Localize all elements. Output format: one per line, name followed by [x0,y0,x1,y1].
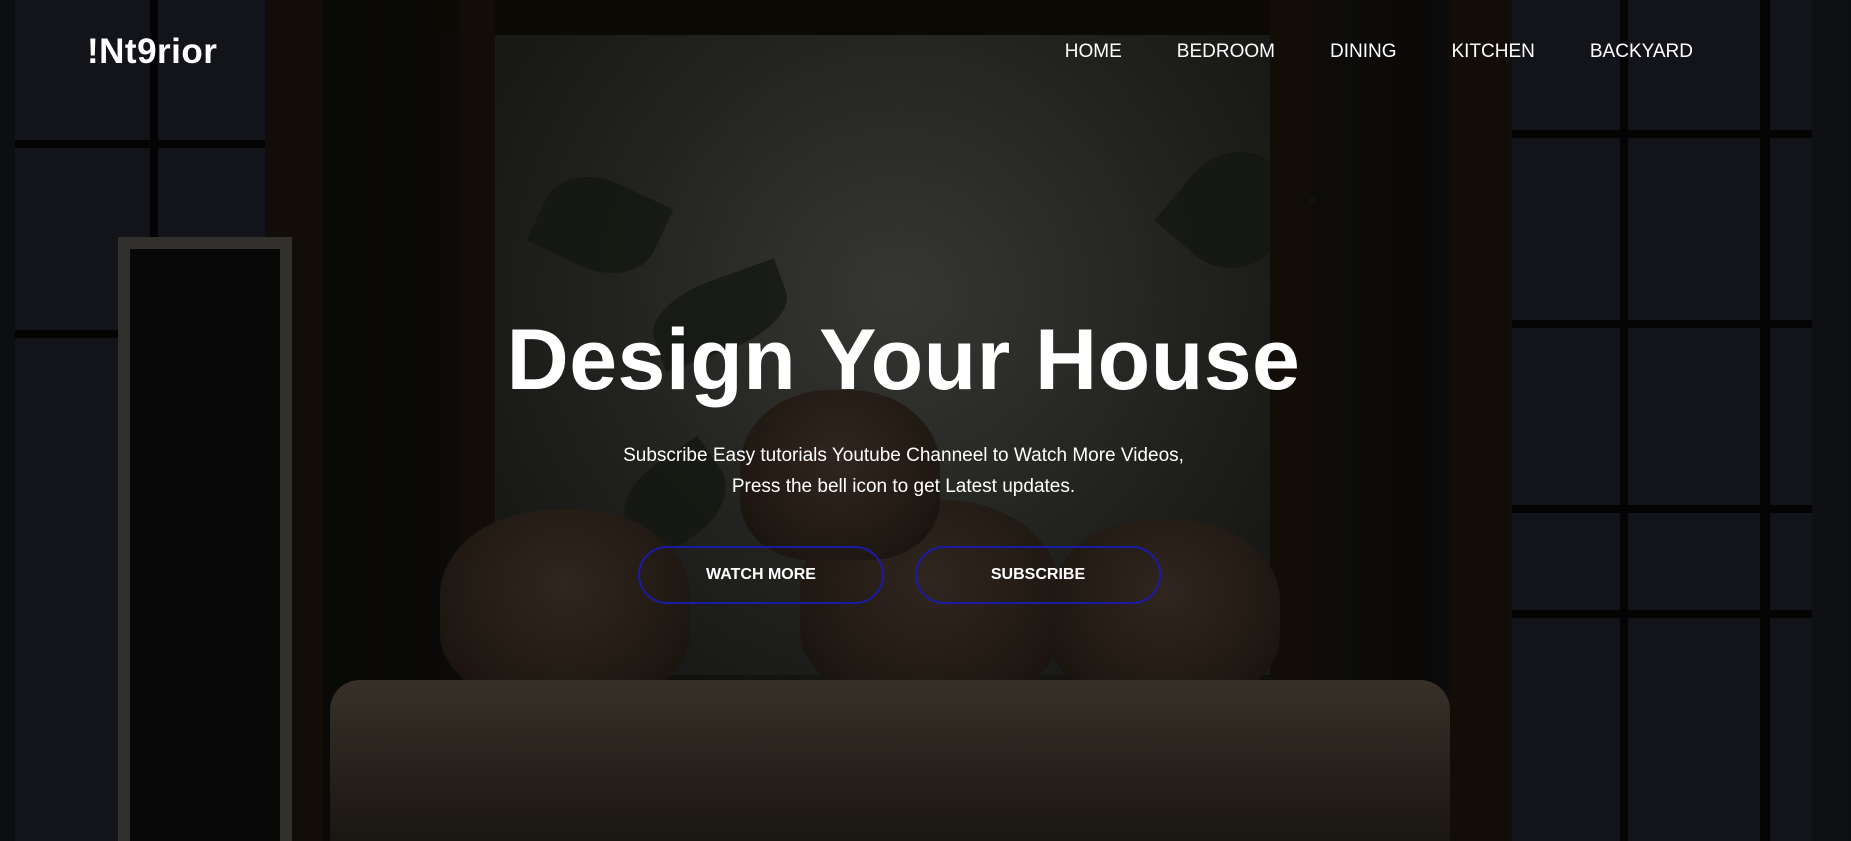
nav-link-backyard[interactable]: BACKYARD [1590,40,1693,64]
hero-subtitle: Subscribe Easy tutorials Youtube Channee… [0,440,1829,502]
subscribe-button[interactable]: SUBSCRIBE [915,546,1161,604]
hero-content: Design Your House Subscribe Easy tutoria… [0,310,1851,502]
hero-section: !Nt9rior HOME BEDROOM DINING KITCHEN BAC… [0,0,1851,841]
nav-link-kitchen[interactable]: KITCHEN [1451,40,1534,64]
hero-subtitle-line-1: Subscribe Easy tutorials Youtube Channee… [623,445,1184,466]
main-nav: HOME BEDROOM DINING KITCHEN BACKYARD [1065,40,1693,64]
nav-link-dining[interactable]: DINING [1330,40,1397,64]
logo[interactable]: !Nt9rior [87,32,217,72]
hero-subtitle-line-2: Press the bell icon to get Latest update… [731,476,1076,497]
nav-link-bedroom[interactable]: BEDROOM [1177,40,1275,64]
hero-buttons: WATCH MORE SUBSCRIBE [638,546,1161,604]
nav-link-home[interactable]: HOME [1065,40,1122,64]
watch-more-button[interactable]: WATCH MORE [638,546,884,604]
hero-title: Design Your House [506,312,1301,408]
